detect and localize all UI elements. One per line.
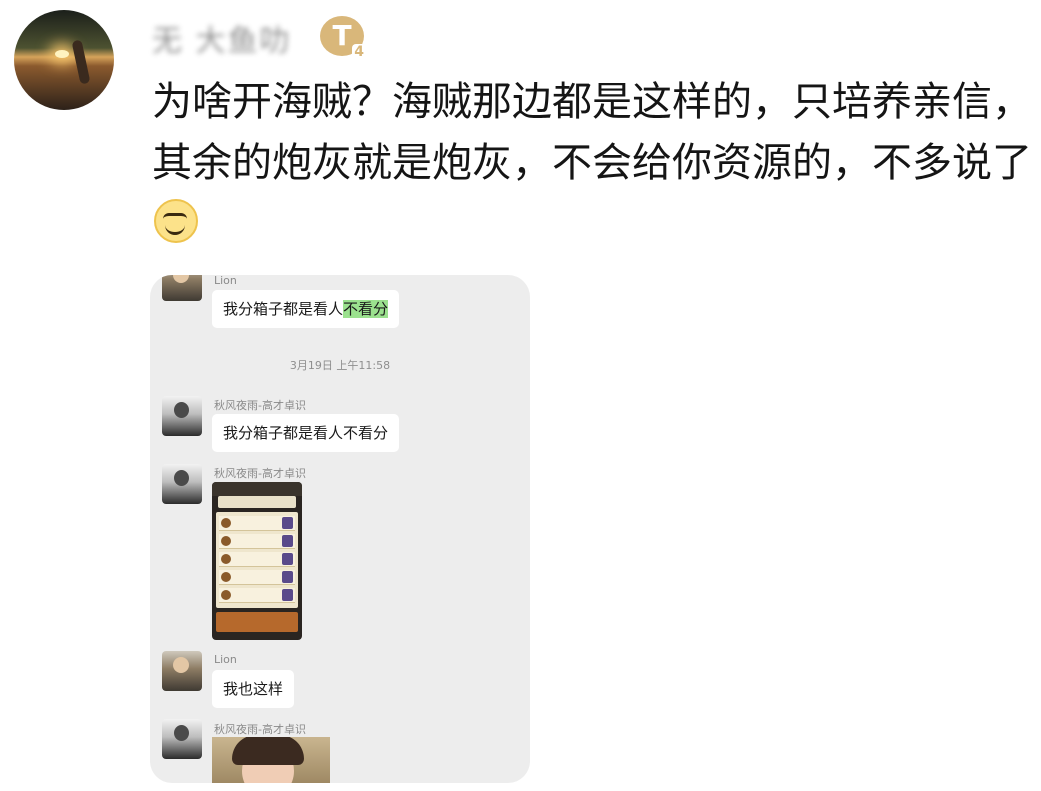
chat-message-bubble: 我也这样 bbox=[212, 670, 295, 708]
chat-message-bubble: 我分箱子都是看人不看分 bbox=[212, 290, 400, 328]
lion-avatar bbox=[162, 275, 202, 301]
chat-message-text: 我也这样 bbox=[223, 680, 284, 698]
chat-sender-name: 秋风夜雨-高才卓识 bbox=[214, 723, 306, 736]
chat-sender-name: Lion bbox=[214, 653, 237, 666]
game-screenshot-image bbox=[212, 482, 302, 640]
qiufeng-avatar bbox=[162, 719, 202, 759]
chat-message-text: 我分箱子都是看人不看分 bbox=[223, 424, 389, 442]
qiufeng-avatar bbox=[162, 396, 202, 436]
chat-sender-name: Lion bbox=[214, 275, 237, 287]
badge-letter: T bbox=[332, 19, 352, 52]
post-text: 为啥开海贼？海贼那边都是这样的，只培养亲信，其余的炮灰就是炮灰，不会给你资源的，… bbox=[152, 79, 1032, 186]
avatar-sun bbox=[55, 50, 69, 58]
chat-screenshot: Lion 我分箱子都是看人不看分 3月19日 上午11:58 秋风夜雨-高才卓识… bbox=[150, 275, 530, 783]
user-level-badge: T 4 bbox=[320, 16, 366, 60]
highlighted-text: 不看分 bbox=[343, 300, 389, 318]
poster-avatar[interactable] bbox=[14, 10, 114, 110]
chat-message-text: 我分箱子都是看人 bbox=[223, 300, 344, 318]
chat-sender-name: 秋风夜雨-高才卓识 bbox=[214, 399, 306, 412]
lion-avatar bbox=[162, 651, 202, 691]
chat-message-bubble: 我分箱子都是看人不看分 bbox=[212, 414, 400, 452]
post-body: 为啥开海贼？海贼那边都是这样的，只培养亲信，其余的炮灰就是炮灰，不会给你资源的，… bbox=[152, 72, 1032, 255]
chat-timestamp: 3月19日 上午11:58 bbox=[289, 359, 391, 372]
smile-emoji-icon bbox=[154, 199, 198, 243]
badge-sub: 4 bbox=[352, 44, 366, 60]
photo-image bbox=[212, 737, 330, 783]
chat-sender-name: 秋风夜雨-高才卓识 bbox=[214, 467, 306, 480]
qiufeng-avatar bbox=[162, 464, 202, 504]
poster-username[interactable]: 无 大鱼叻 bbox=[152, 16, 292, 60]
avatar-hand bbox=[71, 39, 91, 85]
